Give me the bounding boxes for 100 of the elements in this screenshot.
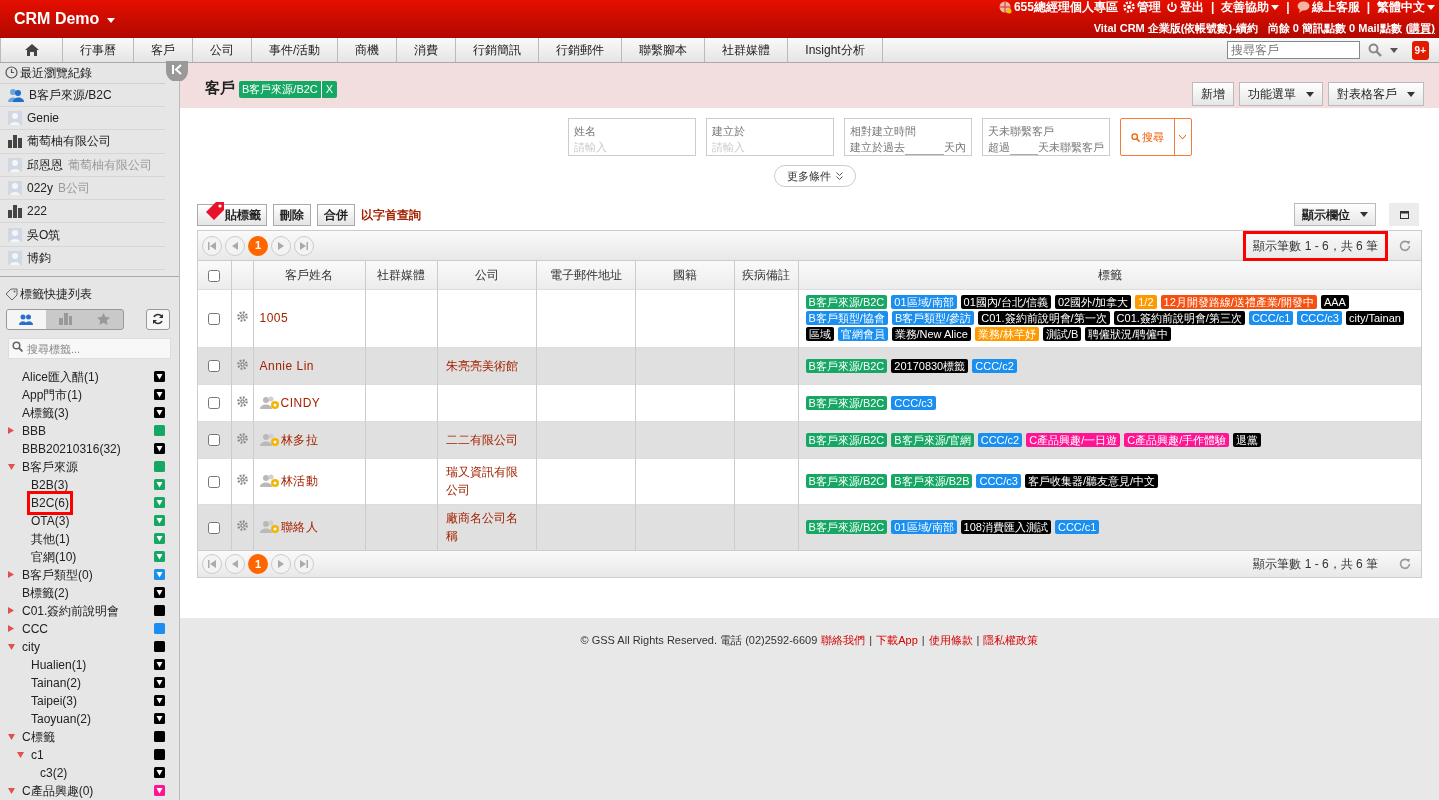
customer-name-link[interactable]: CINDY (280, 393, 321, 412)
refresh-icon[interactable] (1399, 558, 1411, 570)
column-header[interactable]: 疾病備註 (734, 261, 798, 289)
nav-tab[interactable]: 行銷簡訊 (456, 38, 540, 62)
tag-tree-item[interactable]: B客戶類型(0) (21, 565, 94, 584)
customer-name-link[interactable]: 1005 (259, 309, 289, 327)
expanded-caret-icon[interactable] (8, 463, 15, 470)
tag-label[interactable]: C01.簽約前說明會/第三次 (1113, 311, 1245, 325)
last-page-button[interactable] (294, 554, 314, 574)
previous-page-button[interactable] (225, 235, 245, 256)
tag-tree-item[interactable]: c1 (30, 745, 45, 764)
tag-label[interactable]: C01.簽約前說明會/第一次 (978, 311, 1110, 325)
tag-type-tab[interactable] (7, 309, 46, 329)
recent-item[interactable]: 022y (27, 179, 54, 197)
header-link[interactable]: 655總經理個人專區 (1013, 1, 1118, 13)
initial-search-link[interactable]: 以字首查詢 (361, 206, 421, 224)
tag-label[interactable]: 區域 (805, 327, 834, 341)
refresh-button[interactable] (146, 308, 170, 330)
next-page-button[interactable] (271, 554, 291, 574)
header-link[interactable]: 管理 (1136, 1, 1161, 13)
select-all-checkbox[interactable] (208, 269, 221, 282)
row-checkbox[interactable] (208, 475, 221, 488)
tag-label[interactable]: 聘僱狀況/聘僱中 (1085, 327, 1172, 341)
tag-tree-item[interactable]: B2C(6) (30, 493, 70, 512)
nav-tab[interactable]: 公司 (193, 38, 252, 62)
search-icon[interactable] (1367, 43, 1382, 57)
customer-name-link[interactable]: 林活動 (280, 472, 318, 490)
recent-item[interactable]: 博鈞 (27, 248, 51, 267)
action-button[interactable]: 對表格客戶 (1328, 82, 1424, 106)
recent-item[interactable]: 吳O筑 (27, 225, 61, 244)
collapsed-caret-icon[interactable] (8, 607, 14, 615)
row-checkbox[interactable] (208, 360, 221, 373)
notification-badge[interactable]: 9+ (1411, 40, 1429, 60)
recent-item[interactable]: 葡萄柚有限公司 (27, 132, 111, 151)
nav-tab[interactable]: 聯繫腳本 (622, 38, 706, 62)
tag-label[interactable]: C產品興趣/手作體驗 (1124, 432, 1230, 447)
company-link[interactable]: 二二有限公司 (445, 430, 528, 449)
tag-label[interactable]: 客戶收集器/聽友意見/中文 (1025, 474, 1159, 488)
footer-link[interactable]: 聯絡我們 (821, 632, 866, 649)
tag-tree-item[interactable]: city (21, 637, 41, 656)
previous-page-button[interactable] (225, 554, 245, 574)
row-checkbox[interactable] (208, 397, 221, 410)
tag-label[interactable]: 業務/New Alice (891, 327, 971, 341)
home-tab[interactable] (0, 38, 63, 62)
add-tag-button[interactable]: 貼標籤 (197, 204, 267, 226)
refresh-icon[interactable] (1399, 239, 1411, 252)
recent-item[interactable]: Genie (27, 109, 60, 128)
tag-tree-item[interactable]: Tainan(2) (30, 673, 83, 692)
column-header[interactable]: 標籤 (798, 261, 1421, 289)
buy-link[interactable]: (購買) (1405, 20, 1435, 37)
header-link[interactable]: 線上客服 (1311, 1, 1360, 13)
tag-tree-item[interactable]: BBB (21, 421, 47, 440)
customer-name-link[interactable]: 林多拉 (280, 430, 318, 449)
nav-tab[interactable]: 社群媒體 (705, 38, 789, 62)
nav-tab[interactable]: 行事曆 (63, 38, 134, 62)
tag-label[interactable]: 108消費匯入測試 (960, 520, 1051, 535)
column-header[interactable]: 國籍 (635, 261, 734, 289)
gear-icon[interactable] (236, 358, 248, 370)
collapsed-caret-icon[interactable] (8, 571, 14, 579)
customer-name-link[interactable]: Annie Lin (259, 356, 315, 375)
tag-tree-item[interactable]: B2B(3) (30, 475, 70, 494)
nav-tab[interactable]: 商機 (338, 38, 398, 62)
column-header[interactable]: 社群媒體 (365, 261, 437, 289)
tag-label[interactable]: AAA (1320, 295, 1349, 309)
tag-tree-item[interactable]: c3(2) (39, 763, 69, 782)
tag-tree-item[interactable]: C產品興趣(0) (21, 781, 95, 800)
recent-item[interactable]: 邱恩恩 (27, 155, 63, 174)
collapse-sidebar-icon[interactable] (166, 61, 188, 81)
merge-button[interactable]: 合併 (317, 204, 355, 226)
header-link[interactable]: 友善協助 (1221, 1, 1270, 13)
first-page-button[interactable] (202, 554, 222, 574)
company-link[interactable]: 朱亮亮美術館 (445, 356, 528, 375)
nav-tab[interactable]: 事件/活動 (252, 38, 339, 62)
footer-link[interactable]: 使用條款 (928, 632, 973, 649)
company-link[interactable]: 瑞又資訊有限公司 (445, 463, 528, 499)
gear-icon[interactable] (236, 432, 248, 444)
window-toggle-button[interactable] (1389, 203, 1419, 226)
tag-tree-item[interactable]: Alice匯入醋(1) (21, 367, 100, 386)
tag-tree-item[interactable]: App門市(1) (21, 385, 84, 404)
gear-icon[interactable] (236, 311, 248, 322)
expanded-caret-icon[interactable] (8, 643, 15, 650)
collapsed-caret-icon[interactable] (8, 427, 14, 435)
tag-label[interactable]: 退黨 (1233, 432, 1262, 447)
action-button[interactable]: 功能選單 (1239, 82, 1323, 106)
row-checkbox[interactable] (208, 522, 221, 535)
filter-field[interactable]: 相對建立時間 建立於過去 天內 (843, 118, 972, 156)
tag-tree-item[interactable]: A標籤(3) (21, 403, 70, 422)
tag-tree-item[interactable]: Taipei(3) (30, 691, 79, 710)
gear-icon[interactable] (236, 520, 248, 532)
row-checkbox[interactable] (208, 434, 221, 447)
customer-name-link[interactable]: 聯絡人 (280, 518, 318, 537)
tag-tree-item[interactable]: Taoyuan(2) (30, 709, 93, 728)
footer-link[interactable]: 下載App (876, 632, 918, 649)
tag-tree-item[interactable]: CCC (21, 619, 49, 638)
tag-label[interactable]: 20170830標籤 (891, 358, 969, 373)
nav-tab[interactable]: 消費 (397, 38, 457, 62)
tag-label[interactable]: city/Tainan (1345, 311, 1404, 325)
customer-search-field[interactable]: 搜尋客戶 (1226, 41, 1360, 59)
delete-button[interactable]: 刪除 (273, 204, 311, 226)
first-page-button[interactable] (202, 235, 222, 256)
